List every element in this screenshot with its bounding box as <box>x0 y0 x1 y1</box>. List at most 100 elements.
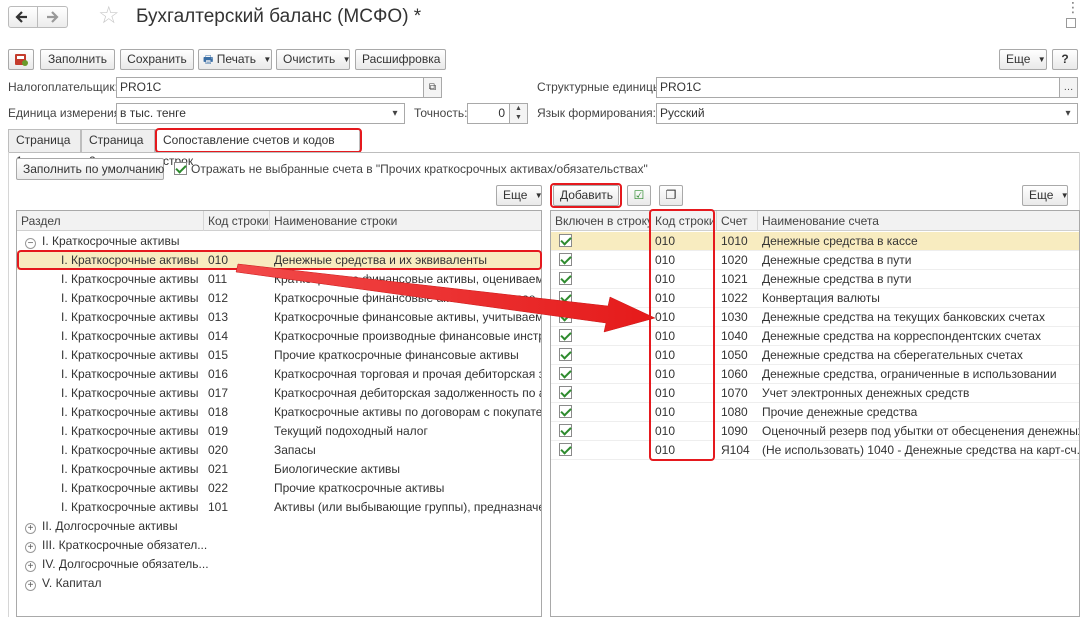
table-row[interactable]: 010 1020 Денежные средства в пути <box>551 251 1079 270</box>
favorite-star-icon[interactable]: ☆ <box>98 3 120 29</box>
left-more-button[interactable]: Еще ▼ <box>496 185 543 206</box>
table-row[interactable]: I. Краткосрочные активы 021 Биологические … <box>17 460 541 479</box>
structural-units-field[interactable]: PRO1C … <box>656 77 1078 98</box>
expand-plus-icon[interactable]: + <box>25 561 36 572</box>
expand-plus-icon[interactable]: + <box>25 523 36 534</box>
copy-button[interactable]: ❐ <box>659 185 683 206</box>
code-cell: 010 <box>655 253 676 267</box>
taxpayer-field[interactable]: PRO1C ⧉ <box>116 77 442 98</box>
table-row[interactable]: I. Краткосрочные активы 011 Краткосрочные … <box>17 270 541 289</box>
tree-group-row[interactable]: − I. Краткосрочные активы <box>17 232 541 251</box>
included-checkbox[interactable] <box>559 234 572 247</box>
fill-button[interactable]: Заполнить <box>40 49 115 70</box>
tab-page-2[interactable]: Страница 2 <box>81 129 155 168</box>
included-checkbox[interactable] <box>559 291 572 304</box>
included-checkbox[interactable] <box>559 329 572 342</box>
account-cell: 1030 <box>721 310 748 324</box>
code-cell: 018 <box>208 405 229 419</box>
accounts-table[interactable]: Включен в строку Код строки Счет Наимено… <box>550 210 1080 617</box>
col-account-header[interactable]: Счет <box>717 211 758 231</box>
decode-button[interactable]: Расшифровка <box>355 49 446 70</box>
included-checkbox[interactable] <box>559 386 572 399</box>
expand-icon[interactable] <box>1066 18 1076 28</box>
row-codes-table[interactable]: Раздел Код строки Наименование строки − I… <box>16 210 542 617</box>
tree-group-row[interactable]: + IV. Долгосрочные обязатель... <box>17 555 541 574</box>
save-button[interactable]: Сохранить <box>120 49 194 70</box>
taxpayer-label: Налогоплательщик: <box>8 80 118 94</box>
tab-account-mapping[interactable]: Сопоставление счетов и кодов строк <box>155 129 360 168</box>
forward-button[interactable] <box>38 6 68 28</box>
section-cell: I. Краткосрочные активы <box>61 291 199 305</box>
tree-group-row[interactable]: + II. Долгосрочные активы <box>17 517 541 536</box>
table-row[interactable]: 010 1070 Учет электронных денежных средств <box>551 384 1079 403</box>
reflect-unselected-checkbox[interactable] <box>174 162 187 175</box>
tab-page-1[interactable]: Страница 1 <box>8 129 81 168</box>
table-row[interactable]: 010 1080 Прочие денежные средства <box>551 403 1079 422</box>
included-checkbox[interactable] <box>559 424 572 437</box>
table-row[interactable]: I. Краткосрочные активы 014 Краткосрочные … <box>17 327 541 346</box>
table-row[interactable]: I. Краткосрочные активы 018 Краткосрочные … <box>17 403 541 422</box>
included-checkbox[interactable] <box>559 310 572 323</box>
col-code-header[interactable]: Код строки <box>651 211 717 231</box>
tree-group-row[interactable]: + III. Краткосрочные обязател... <box>17 536 541 555</box>
fill-default-button[interactable]: Заполнить по умолчанию <box>16 158 164 180</box>
table-row[interactable]: 010 1030 Денежные средства на текущих банк… <box>551 308 1079 327</box>
table-row[interactable]: I. Краткосрочные активы 022 Прочие краткос… <box>17 479 541 498</box>
table-row[interactable]: 010 1090 Оценочный резерв под убытки от об… <box>551 422 1079 441</box>
add-button[interactable]: Добавить <box>553 185 619 206</box>
clear-label: Очистить <box>283 52 336 66</box>
table-row[interactable]: I. Краткосрочные активы 012 Краткосрочные … <box>17 289 541 308</box>
table-row[interactable]: I. Краткосрочные активы 017 Краткосрочная … <box>17 384 541 403</box>
print-button[interactable]: 🖶 Печать ▼ <box>198 49 272 70</box>
table-row[interactable]: 010 1022 Конвертация валюты <box>551 289 1079 308</box>
table-row[interactable]: I. Краткосрочные активы 013 Краткосрочные … <box>17 308 541 327</box>
chevron-down-icon[interactable]: ▾ <box>386 104 404 123</box>
table-row[interactable]: 010 1050 Денежные средства на сберегательн… <box>551 346 1079 365</box>
table-row[interactable]: 010 1021 Денежные средства в пути <box>551 270 1079 289</box>
expand-plus-icon[interactable]: + <box>25 542 36 553</box>
section-cell: I. Краткосрочные активы <box>61 329 199 343</box>
check-all-icon: ☑ <box>633 188 645 202</box>
table-row[interactable]: I. Краткосрочные активы 016 Краткосрочная … <box>17 365 541 384</box>
clear-button[interactable]: Очистить ▼ <box>276 49 351 70</box>
col-section-header[interactable]: Раздел <box>17 211 204 231</box>
col-code-header[interactable]: Код строки <box>204 211 270 231</box>
code-cell: 010 <box>655 367 676 381</box>
open-icon[interactable]: ⧉ <box>423 78 441 97</box>
precision-field[interactable]: 0 ▲ ▼ <box>467 103 528 124</box>
col-account-name-header[interactable]: Наименование счета <box>758 211 1079 231</box>
table-row[interactable]: I. Краткосрочные активы 020 Запасы <box>17 441 541 460</box>
table-row[interactable]: I. Краткосрочные активы 015 Прочие краткос… <box>17 346 541 365</box>
tree-group-row[interactable]: + V. Капитал <box>17 574 541 593</box>
collapse-icon[interactable]: − <box>25 238 36 249</box>
included-checkbox[interactable] <box>559 253 572 266</box>
account-cell: 1070 <box>721 386 748 400</box>
select-ellipsis-icon[interactable]: … <box>1059 78 1077 97</box>
included-checkbox[interactable] <box>559 443 572 456</box>
col-name-header[interactable]: Наименование строки <box>270 211 541 231</box>
table-row[interactable]: 010 Я104 (Не использовать) 1040 - Денежные… <box>551 441 1079 460</box>
more-button[interactable]: Еще ▼ <box>999 49 1047 70</box>
unit-select[interactable]: в тыс. тенге ▾ <box>116 103 405 124</box>
included-checkbox[interactable] <box>559 348 572 361</box>
included-checkbox[interactable] <box>559 272 572 285</box>
table-row[interactable]: 010 1060 Денежные средства, ограниченные в… <box>551 365 1079 384</box>
table-row[interactable]: 010 1040 Денежные средства на корреспонден… <box>551 327 1079 346</box>
table-row[interactable]: 010 1010 Денежные средства в кассе <box>551 232 1079 251</box>
table-row[interactable]: I. Краткосрочные активы 010 Денежные средс… <box>17 251 541 270</box>
help-button[interactable]: ? <box>1052 49 1078 70</box>
check-all-button[interactable]: ☑ <box>627 185 651 206</box>
right-more-button[interactable]: Еще ▼ <box>1022 185 1069 206</box>
table-row[interactable]: I. Краткосрочные активы 019 Текущий подохо… <box>17 422 541 441</box>
expand-plus-icon[interactable]: + <box>25 580 36 591</box>
included-checkbox[interactable] <box>559 367 572 380</box>
more-vert-icon[interactable]: ⋮ <box>1066 0 1080 14</box>
col-included-header[interactable]: Включен в строку <box>551 211 651 231</box>
spinner-icon[interactable]: ▲ ▼ <box>509 104 527 123</box>
table-row[interactable]: I. Краткосрочные активы 101 Активы (или вы… <box>17 498 541 517</box>
included-checkbox[interactable] <box>559 405 572 418</box>
report-settings-button[interactable] <box>8 49 34 70</box>
language-select[interactable]: Русский ▾ <box>656 103 1078 124</box>
chevron-down-icon[interactable]: ▾ <box>1059 104 1077 123</box>
back-button[interactable] <box>8 6 38 28</box>
